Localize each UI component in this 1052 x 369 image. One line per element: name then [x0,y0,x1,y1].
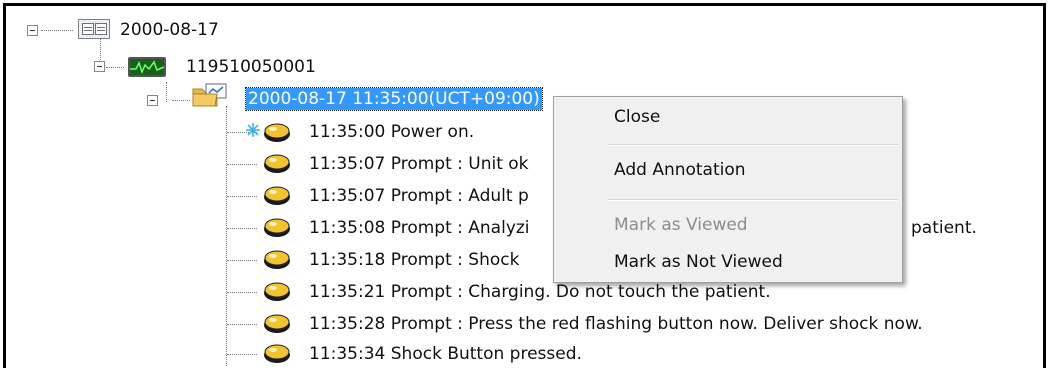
context-menu: Close Add Annotation Mark as Viewed Mark… [553,96,903,283]
tree-node-device[interactable]: 119510050001 [186,56,316,78]
event-item[interactable]: 11:35:07 Prompt : Adult p [309,185,529,207]
pill-icon [262,121,292,143]
event-item[interactable]: 11:35:28 Prompt : Press the red flashing… [309,313,923,335]
collapse-toggle-date[interactable] [27,25,38,36]
menu-item-mark-as-not-viewed[interactable]: Mark as Not Viewed [614,252,783,272]
folder-icon [192,83,228,107]
event-item[interactable]: 11:35:07 Prompt : Unit ok [309,153,529,175]
event-item[interactable]: 11:35:08 Prompt : Analyzi [309,217,530,239]
monitor-icon [128,57,166,77]
pill-icon [262,312,292,334]
event-item[interactable]: 11:35:34 Shock Button pressed. [309,343,582,365]
menu-separator [608,199,898,201]
pill-icon [262,280,292,302]
menu-item-close[interactable]: Close [614,107,660,127]
collapse-toggle-device[interactable] [94,61,105,72]
tree-node-date[interactable]: 2000-08-17 [120,19,219,41]
event-item[interactable]: 11:35:00 Power on. [309,121,474,143]
event-item[interactable]: 11:35:18 Prompt : Shock [309,249,519,271]
calendar-icon [78,19,110,39]
menu-separator [608,144,898,146]
collapse-toggle-session[interactable] [147,95,158,106]
snowflake-icon [245,122,261,138]
menu-item-add-annotation[interactable]: Add Annotation [614,160,746,180]
pill-icon [262,184,292,206]
event-item-trailing-text: patient. [911,218,977,238]
pill-icon [262,248,292,270]
pill-icon [262,152,292,174]
menu-item-mark-as-viewed: Mark as Viewed [614,215,748,235]
tree-node-session[interactable]: 2000-08-17 11:35:00(UCT+09:00) [245,87,543,111]
pill-icon [262,216,292,238]
event-item[interactable]: 11:35:21 Prompt : Charging. Do not touch… [309,281,771,303]
